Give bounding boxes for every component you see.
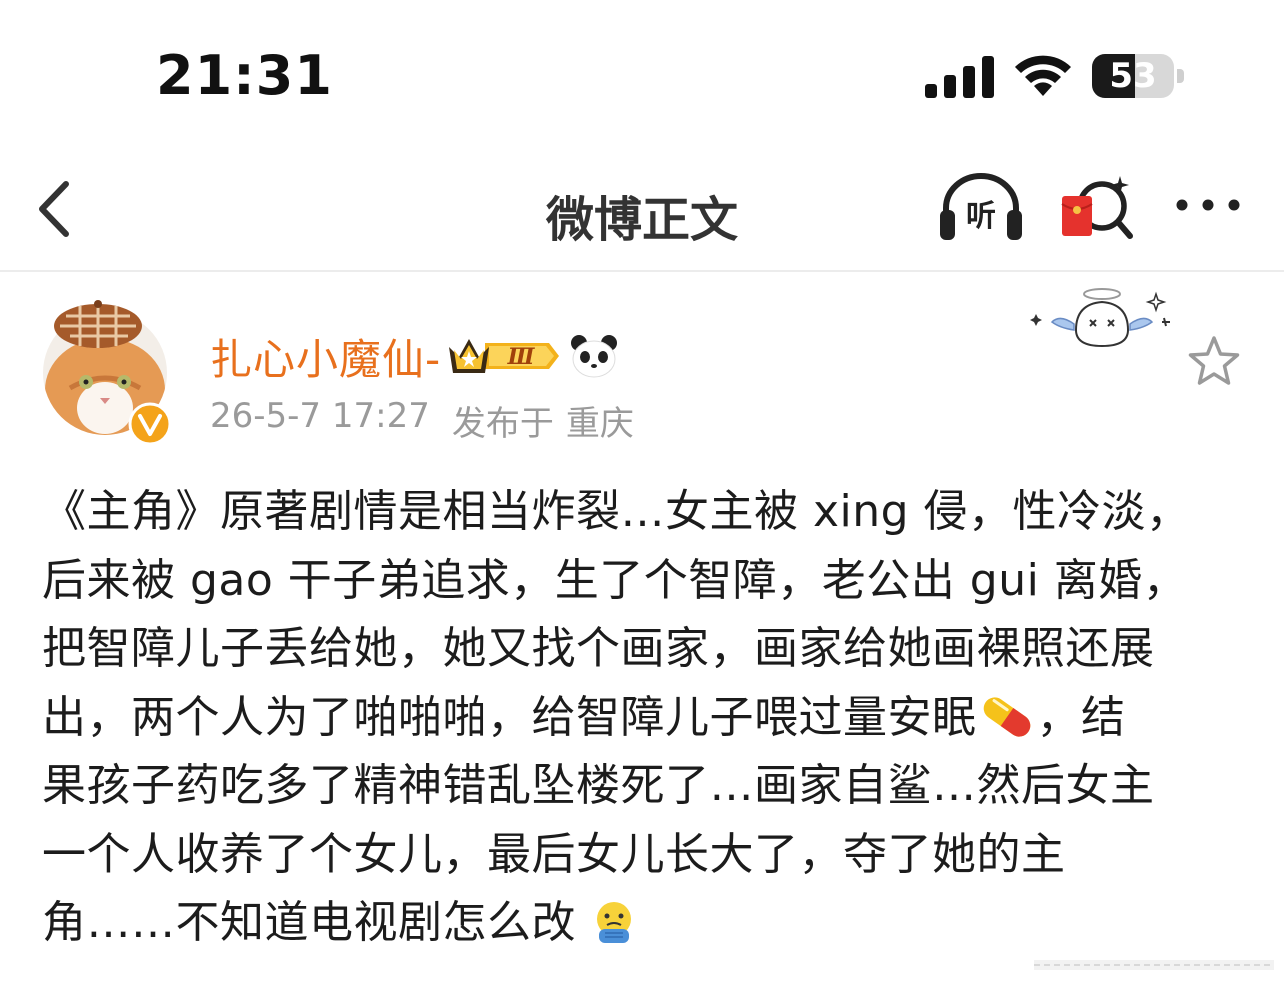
vip-crown-badge-icon[interactable]: Ⅲ <box>445 333 561 379</box>
more-options-icon[interactable] <box>1172 190 1244 220</box>
battery-indicator: 53 <box>1092 54 1184 98</box>
post-location: 重庆 <box>565 404 634 444</box>
back-arrow-icon[interactable] <box>28 174 84 244</box>
page-title: 微博正文 <box>545 192 738 248</box>
post-line: 一个人收养了个女儿，最后女儿长大了，夺了她的主 <box>42 828 1066 880</box>
author-avatar[interactable] <box>40 298 174 446</box>
status-bar: 21:31 53 <box>0 0 1284 150</box>
listen-label: 听 <box>966 199 996 234</box>
wifi-icon <box>1015 55 1071 96</box>
post-line: 角……不知道电视剧怎么改 <box>42 889 1242 958</box>
angel-sticker-icon <box>1030 288 1170 348</box>
nav-bar: 微博正文 听 <box>0 150 1284 272</box>
vip-level: Ⅲ <box>507 344 536 370</box>
author-name[interactable]: 扎心小魔仙- <box>210 326 441 387</box>
post-line: 《主角》原著剧情是相当炸裂…女主被 xing 侵，性冷淡， <box>42 486 1191 537</box>
battery-percent: 53 <box>1109 56 1157 96</box>
panda-icon <box>571 335 618 378</box>
published-from-label: 发布于 <box>451 404 554 444</box>
post-line: 出，两个人为了啪啪啪，给智障儿子喂过量安眠 ，结 <box>42 684 1242 753</box>
post-body: 《主角》原著剧情是相当炸裂…女主被 xing 侵，性冷淡， 后来被 gao 干子… <box>42 478 1242 958</box>
signal-strength-icon <box>925 56 994 98</box>
post-line-text: 出，两个人为了啪啪啪，给智障儿子喂过量安眠 <box>42 691 977 743</box>
post-line-text: 角……不知道电视剧怎么改 <box>42 897 576 948</box>
status-time: 21:31 <box>156 44 333 107</box>
pill-emoji-icon <box>983 696 1030 737</box>
verified-badge-icon <box>128 402 172 446</box>
headphones-listen-icon[interactable]: 听 <box>936 172 1026 244</box>
post-line-text: ，结 <box>1036 691 1126 743</box>
image-edge-strip <box>1034 960 1274 970</box>
post-line: 后来被 gao 干子弟追求，生了个智障，老公出 gui 离婚， <box>42 554 1188 606</box>
post-line: 果孩子药吃多了精神错乱坠楼死了…画家自鲨…然后女主 <box>42 760 1155 811</box>
favorite-star-icon[interactable] <box>1186 334 1242 388</box>
redpacket-search-icon[interactable] <box>1056 170 1136 246</box>
post-line: 把智障儿子丢给她，她又找个画家，画家给她画裸照还展 <box>42 623 1155 674</box>
post-meta: 26-5-7 17:27 发布于 重庆 <box>210 396 634 445</box>
post-time: 26-5-7 17:27 <box>210 396 430 436</box>
cold-face-emoji-icon <box>596 902 631 943</box>
author-row: 扎心小魔仙- Ⅲ <box>210 324 619 388</box>
